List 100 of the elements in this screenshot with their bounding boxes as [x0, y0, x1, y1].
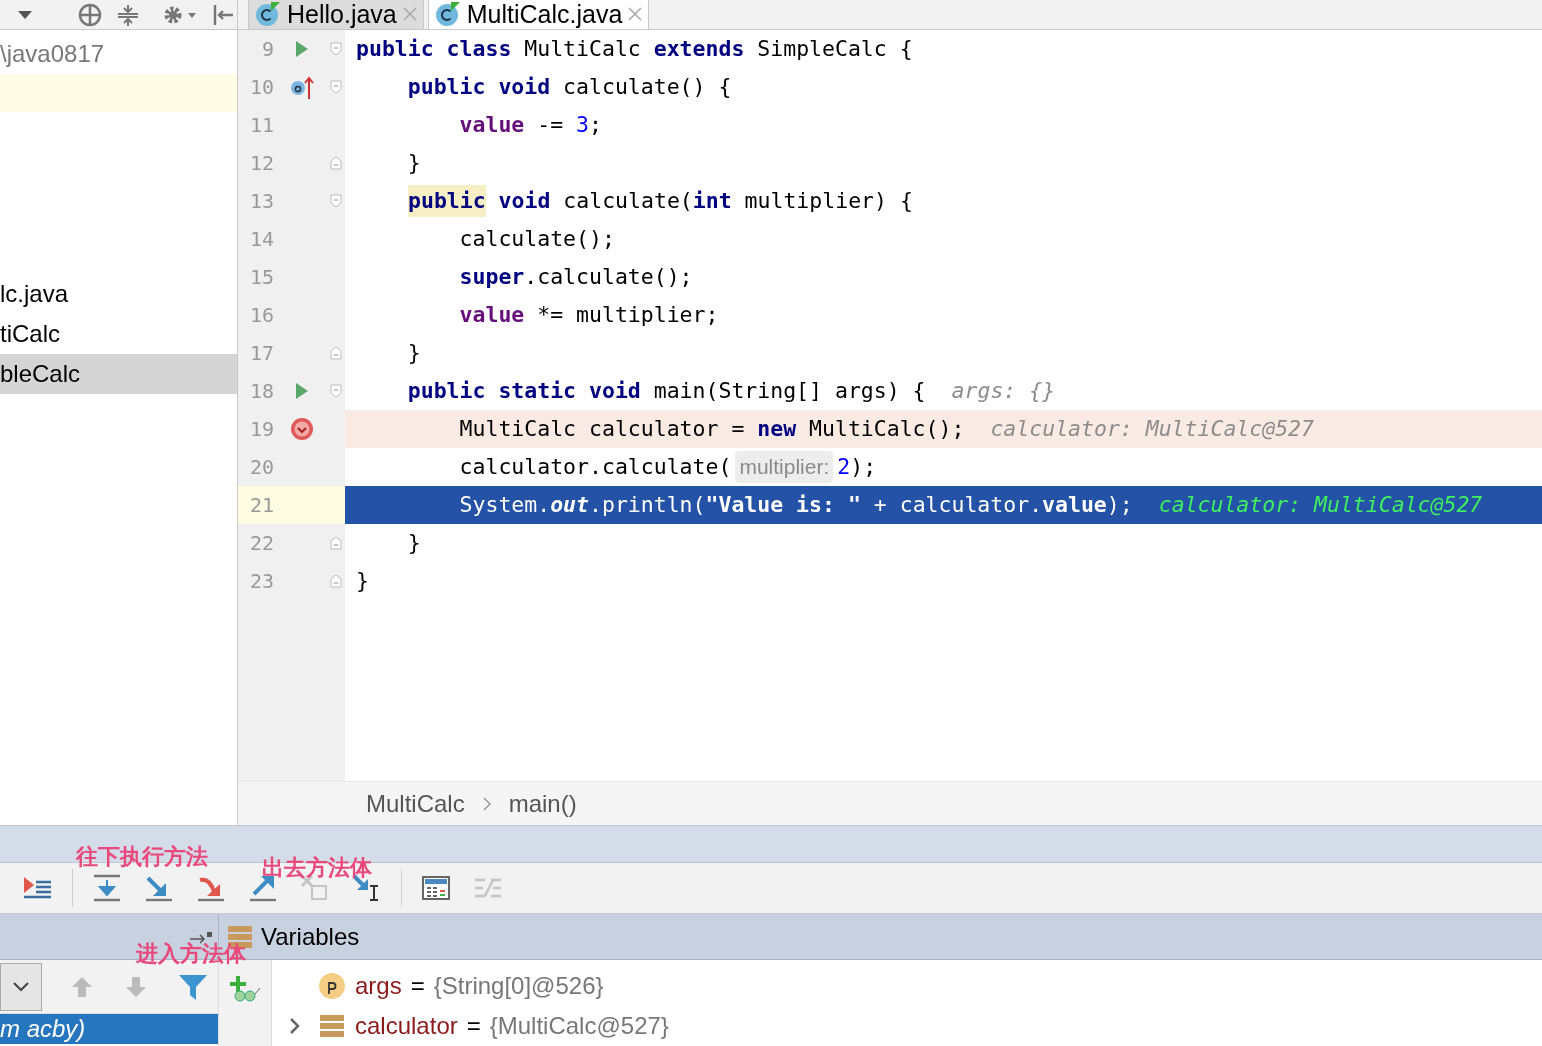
line-number: 19 [248, 416, 274, 443]
code-number: 3 [576, 110, 589, 139]
filter-icon[interactable] [178, 972, 208, 1001]
fold-marker-icon[interactable] [330, 194, 342, 208]
line-number: 12 [248, 150, 274, 177]
close-icon[interactable] [628, 7, 643, 21]
close-icon[interactable] [402, 7, 417, 21]
code-text: calculate() { [563, 72, 732, 101]
code-field: value [356, 298, 525, 332]
variable-name: args [355, 971, 402, 1001]
code-keyword: public void [406, 72, 552, 101]
code-field: value [356, 108, 525, 142]
code-text: main(String[] args) { [653, 376, 926, 405]
arrow-down-icon[interactable] [124, 974, 148, 999]
code-text: } [406, 148, 421, 177]
breadcrumb-item[interactable]: main() [508, 785, 577, 822]
code-text: .calculate(); [524, 262, 693, 291]
code-keyword: int [692, 186, 732, 215]
step-into-icon [144, 874, 174, 903]
line-number: 13 [248, 188, 274, 215]
code-text: } [356, 566, 369, 595]
code-text: } [406, 528, 421, 557]
code-keyword: super [458, 262, 525, 291]
fold-marker-icon[interactable] [330, 536, 342, 550]
caret-down-icon[interactable] [18, 10, 32, 19]
chevron-right-icon[interactable] [289, 1017, 301, 1035]
fold-marker-icon[interactable] [330, 384, 342, 398]
code-text: -= [536, 110, 565, 139]
code-text: calculate(); [458, 224, 615, 253]
annotation-text: 往下执行方法 [76, 843, 208, 871]
line-number: 15 [248, 264, 274, 291]
editor-tab[interactable]: Hello.java [248, 0, 424, 29]
breadcrumb-item[interactable]: MultiCalc [366, 785, 465, 822]
code-text: MultiCalc(); [808, 414, 965, 443]
line-number: 14 [248, 226, 274, 253]
code-text: } [406, 338, 421, 367]
equals-sign: = [466, 1011, 481, 1041]
class-icon [434, 1, 461, 27]
code-keyword: extends [653, 34, 746, 63]
chevron-right-icon [482, 796, 491, 811]
inline-debug-value: args: {} [951, 376, 1056, 405]
code-keyword: public class [356, 34, 513, 63]
editor-tab[interactable]: MultiCalc.java [427, 0, 650, 29]
tree-item[interactable]: tiCalc [0, 314, 237, 354]
code-text: MultiCalc [524, 34, 642, 63]
step-over-icon [92, 874, 122, 903]
calculator-icon [421, 874, 451, 903]
variable-value: {String[0]@526} [433, 971, 604, 1001]
code-field: value [1042, 488, 1107, 522]
code-text: multiplier) { [743, 186, 913, 215]
hide-panel-icon[interactable] [212, 2, 236, 27]
tree-item[interactable]: \java0817 [0, 34, 237, 74]
run-icon[interactable] [295, 40, 309, 58]
fold-marker-icon[interactable] [330, 346, 342, 360]
variable-name: calculator [355, 1011, 458, 1041]
annotation-text: 出去方法体 [262, 854, 372, 882]
code-text: calculator.calculate( [458, 452, 732, 481]
thread-dropdown[interactable] [0, 962, 42, 1011]
code-keyword: public static void [406, 376, 642, 405]
variable-value: {MultiCalc@527} [489, 1011, 669, 1041]
line-number: 11 [248, 112, 274, 139]
crosshair-icon[interactable] [78, 2, 102, 27]
add-watch-icon[interactable] [228, 974, 262, 1004]
code-string: "Value is: " [705, 490, 861, 519]
line-number: 22 [248, 530, 274, 557]
override-icon[interactable] [290, 74, 314, 100]
code-text: calculate( [563, 186, 693, 215]
fold-marker-icon[interactable] [330, 574, 342, 588]
panel-title[interactable]: Variables [261, 918, 360, 955]
restore-layout-icon[interactable] [188, 929, 214, 944]
code-number: 2 [837, 452, 851, 481]
fold-marker-icon[interactable] [330, 156, 342, 170]
parameter-hint: multiplier: [735, 451, 834, 483]
line-number: 23 [248, 568, 274, 595]
line-number: 16 [248, 302, 274, 329]
annotation-text: 进入方法体 [136, 940, 246, 968]
arrow-up-icon[interactable] [70, 974, 94, 999]
code-text: ; [589, 110, 602, 139]
class-icon [255, 1, 281, 27]
fold-marker-icon[interactable] [330, 42, 342, 56]
run-icon[interactable] [295, 382, 309, 400]
tree-item[interactable]: bleCalc [0, 354, 237, 394]
code-text: *= multiplier; [536, 300, 719, 329]
chevron-down-icon [13, 981, 29, 992]
stack-frame[interactable]: m acby) [0, 1014, 218, 1044]
line-number: 20 [248, 454, 274, 481]
inline-debug-value: calculator: MultiCalc@527 [990, 414, 1314, 443]
fold-marker-icon[interactable] [330, 80, 342, 94]
code-keyword: public [408, 184, 486, 218]
equals-sign: = [410, 971, 425, 1001]
code-keyword: void [497, 186, 552, 215]
breakpoint-icon[interactable] [290, 417, 314, 441]
code-text: SimpleCalc { [757, 34, 913, 63]
code-text: MultiCalc calculator = [458, 414, 746, 443]
code-text: ); [1106, 490, 1133, 519]
tree-item[interactable]: lc.java [0, 274, 237, 314]
line-number: 17 [248, 340, 274, 367]
code-text: + calculator. [872, 490, 1043, 519]
collapse-icon[interactable] [116, 2, 140, 27]
code-field: out [550, 488, 589, 522]
